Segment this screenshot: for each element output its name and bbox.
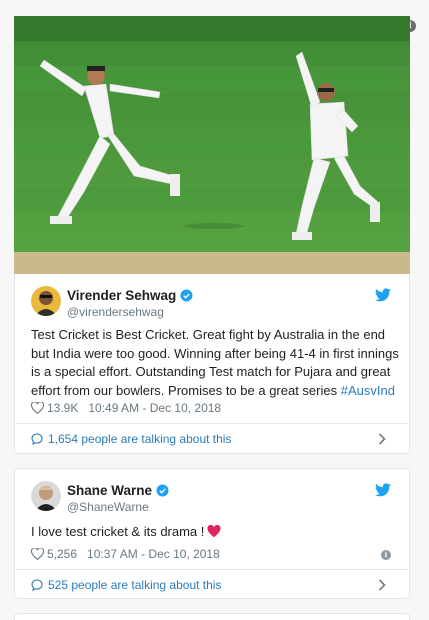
timestamp[interactable]: 10:49 AM - Dec 10, 2018 <box>88 401 221 415</box>
avatar[interactable] <box>31 286 61 316</box>
chevron-right-icon[interactable] <box>378 433 386 445</box>
tweet-card[interactable]: Shane Warne @ShaneWarne I love test cric… <box>14 468 410 599</box>
verified-icon <box>156 484 169 497</box>
hashtag-link[interactable]: #AusvInd <box>341 383 395 398</box>
tweet-header: Virender Sehwag @virendersehwag <box>31 286 391 319</box>
cricket-photo <box>14 16 410 275</box>
tweet-meta: 13.9K 10:49 AM - Dec 10, 2018 <box>31 401 221 415</box>
chevron-right-icon[interactable] <box>378 579 386 591</box>
heart-emoji-icon <box>207 525 221 538</box>
tweet-body: I love test cricket & its drama ! <box>31 524 205 539</box>
avatar[interactable] <box>31 481 61 511</box>
timestamp[interactable]: 10:37 AM - Dec 10, 2018 <box>87 547 220 561</box>
author-name[interactable]: Shane Warne <box>67 483 152 498</box>
tweet-text: Test Cricket is Best Cricket. Great figh… <box>31 326 401 400</box>
like-count[interactable]: 13.9K <box>47 401 78 415</box>
tweet-card-partial[interactable] <box>14 613 410 620</box>
like-icon[interactable] <box>31 402 44 414</box>
talking-link[interactable]: 1,654 people are talking about this <box>15 423 409 453</box>
verified-icon <box>180 289 193 302</box>
comment-icon <box>31 432 43 445</box>
author-name[interactable]: Virender Sehwag <box>67 288 176 303</box>
tweet-meta: 5,256 10:37 AM - Dec 10, 2018 <box>31 547 220 561</box>
comment-icon <box>31 578 43 591</box>
twitter-bird-icon[interactable] <box>375 483 391 497</box>
tweet-text: I love test cricket & its drama ! <box>31 523 401 542</box>
twitter-bird-icon[interactable] <box>375 288 391 302</box>
tweet-card[interactable]: Virender Sehwag @virendersehwag Test Cri… <box>14 274 410 454</box>
talking-text[interactable]: 525 people are talking about this <box>48 578 221 592</box>
tweet-header: Shane Warne @ShaneWarne <box>31 481 391 514</box>
talking-text[interactable]: 1,654 people are talking about this <box>48 432 231 446</box>
tweet-info-icon[interactable]: i <box>381 550 391 560</box>
like-icon[interactable] <box>31 548 44 560</box>
like-count[interactable]: 5,256 <box>47 547 77 561</box>
author-handle[interactable]: @ShaneWarne <box>67 500 169 514</box>
author-handle[interactable]: @virendersehwag <box>67 305 193 319</box>
talking-link[interactable]: 525 people are talking about this <box>15 569 409 599</box>
